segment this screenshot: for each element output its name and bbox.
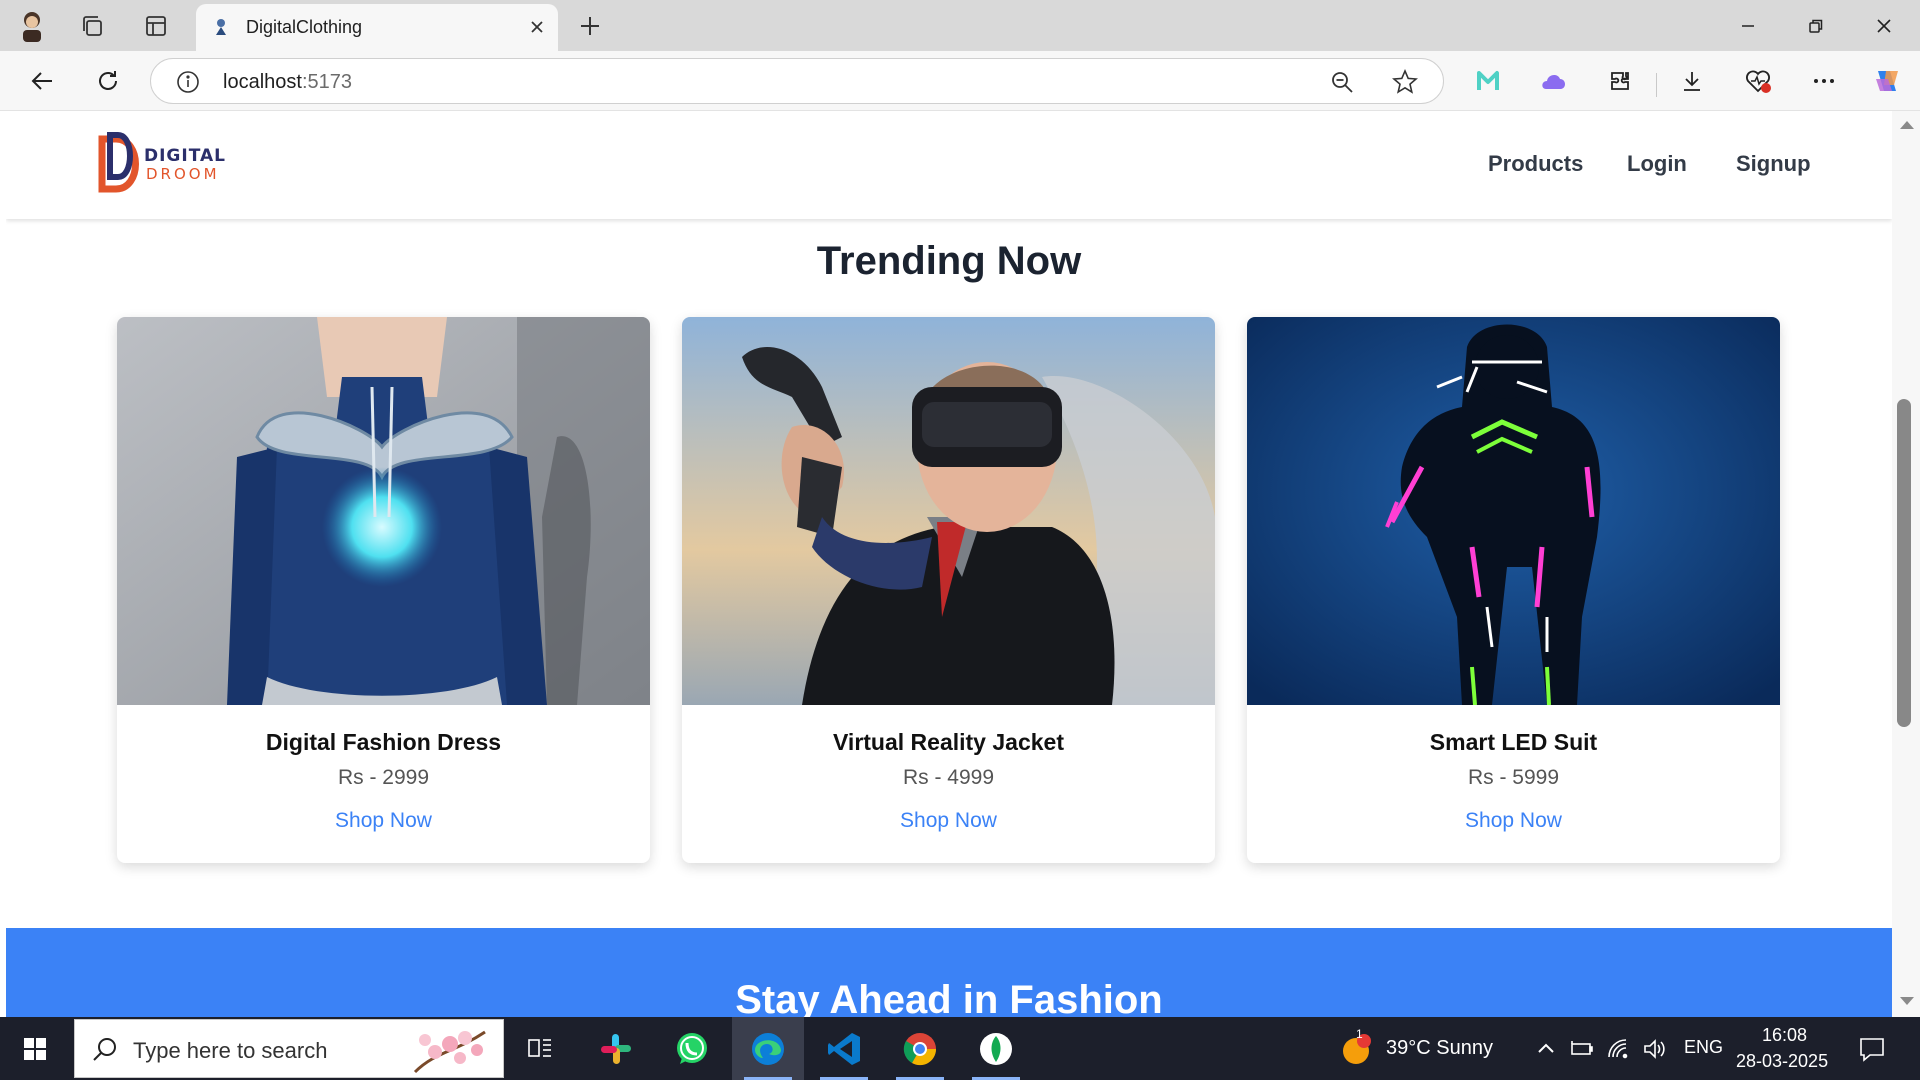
task-view-icon[interactable] [504,1017,576,1080]
product-card[interactable]: Digital Fashion Dress Rs - 2999 Shop Now [117,317,650,863]
edge-icon[interactable] [732,1017,804,1080]
address-bar[interactable]: localhost:5173 [150,58,1444,104]
chrome-icon[interactable] [884,1017,956,1080]
page-scrollbar[interactable] [1892,111,1920,1017]
section-title: Trending Now [816,239,1082,283]
product-image-led-suit[interactable] [1247,317,1780,705]
downloads-icon[interactable] [1672,61,1712,101]
scroll-up-arrow-icon[interactable] [1900,121,1914,129]
search-placeholder: Type here to search [133,1038,328,1063]
product-price: Rs - 2999 [337,766,430,789]
cherry-blossom-icon [413,1030,486,1074]
slack-icon[interactable] [580,1017,652,1080]
shop-now-link[interactable]: Shop Now [682,809,1215,833]
close-icon[interactable] [526,16,548,38]
newsletter-banner: Stay Ahead in Fashion [6,928,1892,1017]
product-name: Smart LED Suit [1429,729,1598,755]
clock-time[interactable]: 16:08 [1762,1025,1807,1046]
performance-icon[interactable] [1738,61,1778,101]
weather-text[interactable]: 39°C Sunny [1386,1037,1493,1060]
notifications-icon[interactable] [1858,1035,1886,1063]
clock-date[interactable]: 28-03-2025 [1736,1051,1828,1072]
product-price: Rs - 4999 [902,766,995,789]
browser-tab-strip: DigitalClothing [0,0,1920,51]
workspaces-icon[interactable] [74,8,110,44]
back-icon[interactable] [22,61,62,101]
logo-mark-icon [98,132,139,193]
nav-link-login[interactable]: Login [1627,151,1687,177]
taskbar-search-box[interactable]: Type here to search [74,1019,504,1078]
tab-actions-icon[interactable] [138,8,174,44]
product-name: Digital Fashion Dress [265,729,502,755]
scroll-down-arrow-icon[interactable] [1900,997,1914,1005]
logo-word-digital: DIGITAL [144,146,226,166]
site-favicon-icon [216,19,226,35]
battery-icon[interactable] [1570,1037,1594,1061]
url-text: localhost:5173 [223,71,352,93]
product-card[interactable]: Virtual Reality Jacket Rs - 4999 Shop No… [682,317,1215,863]
close-window-icon[interactable] [1854,6,1914,46]
more-icon[interactable] [1804,61,1844,101]
extensions-icon[interactable] [1600,61,1640,101]
windows-taskbar: Type here to search 1 39°C Sunny ENG 16:… [0,1017,1920,1080]
logo-word-droom: DROOM [146,165,220,183]
mongodb-icon[interactable] [960,1017,1032,1080]
product-name: Virtual Reality Jacket [833,729,1064,755]
info-icon[interactable] [175,69,201,95]
site-navbar: DIGITAL DROOM Products Login Signup [6,111,1892,219]
language-indicator[interactable]: ENG [1684,1037,1723,1058]
page-viewport: DIGITAL DROOM Products Login Signup Tren… [0,111,1920,1017]
copilot-icon[interactable] [1868,61,1908,101]
favorite-star-icon[interactable] [1391,68,1419,96]
page-content: DIGITAL DROOM Products Login Signup Tren… [6,111,1892,1017]
banner-title: Stay Ahead in Fashion [735,978,1163,1017]
weather-badge: 1 [1356,1027,1363,1041]
restore-icon[interactable] [1786,6,1846,46]
search-icon [93,1038,116,1061]
shop-now-link[interactable]: Shop Now [1247,809,1780,833]
windows-start-icon[interactable] [0,1017,70,1080]
tab-title: DigitalClothing [246,17,363,37]
shop-now-link[interactable]: Shop Now [117,809,650,833]
site-logo[interactable]: DIGITAL DROOM [94,131,234,201]
extension-cloud-icon[interactable] [1534,61,1574,101]
chevron-up-icon[interactable] [1534,1037,1558,1061]
product-card[interactable]: Smart LED Suit Rs - 5999 Shop Now [1247,317,1780,863]
toolbar-divider [1656,73,1657,97]
whatsapp-icon[interactable] [656,1017,728,1080]
profile-avatar-icon[interactable] [14,8,50,44]
vscode-icon[interactable] [808,1017,880,1080]
browser-toolbar: localhost:5173 [0,51,1920,111]
browser-tab-active[interactable]: DigitalClothing [196,4,558,51]
product-price: Rs - 5999 [1467,766,1560,789]
extension-m-icon[interactable] [1468,61,1508,101]
scrollbar-thumb[interactable] [1897,399,1911,727]
zoom-out-icon[interactable] [1329,69,1355,95]
nav-link-products[interactable]: Products [1488,151,1583,177]
new-tab-icon[interactable] [572,8,608,44]
refresh-icon[interactable] [88,61,128,101]
nav-link-signup[interactable]: Signup [1736,151,1811,177]
minimize-icon[interactable] [1718,6,1778,46]
product-image-vr-jacket[interactable] [682,317,1215,705]
wifi-icon[interactable] [1606,1037,1630,1061]
product-image-dress[interactable] [117,317,650,705]
volume-icon[interactable] [1642,1037,1666,1061]
